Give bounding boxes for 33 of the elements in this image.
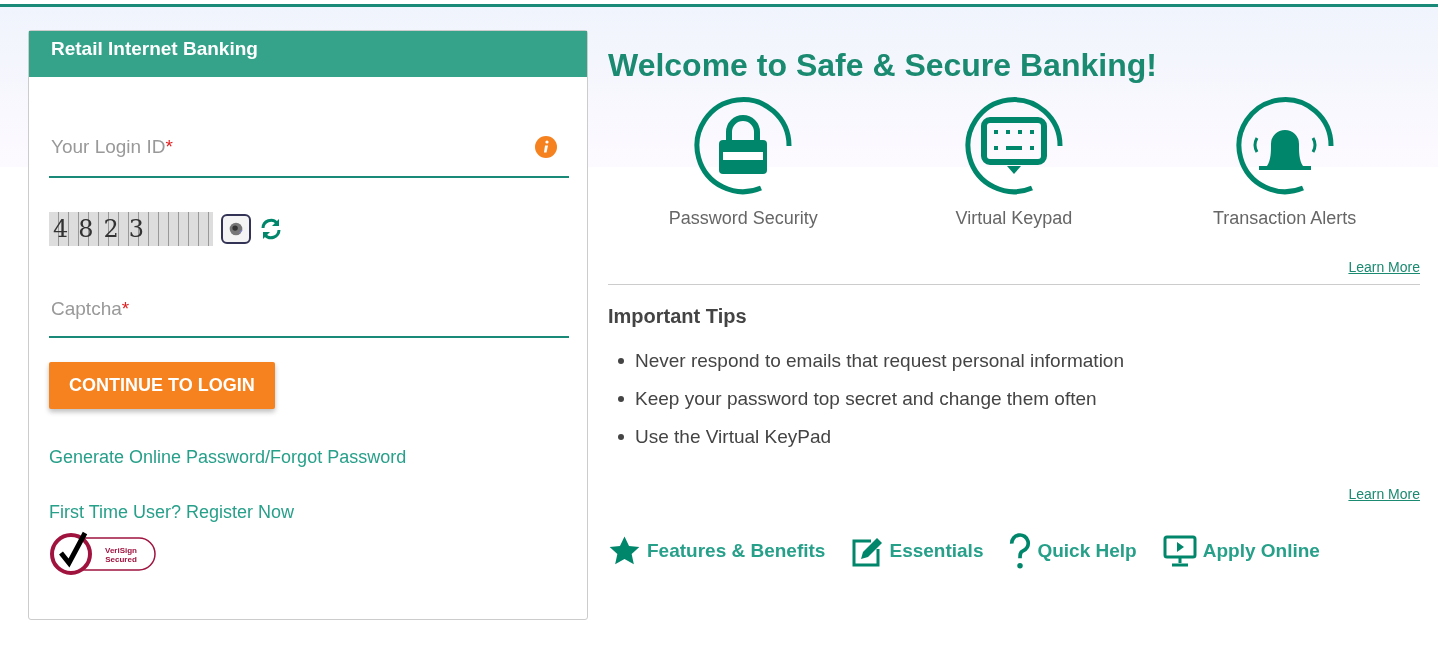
captcha-field[interactable]: Captcha* bbox=[49, 286, 569, 338]
login-link[interactable]: Generate Online Password/Forgot Password bbox=[49, 447, 407, 468]
feature-label: Virtual Keypad bbox=[955, 208, 1073, 229]
refresh-icon[interactable] bbox=[259, 217, 283, 241]
feature-label: Transaction Alerts bbox=[1212, 208, 1357, 229]
help-icon bbox=[1009, 532, 1032, 570]
bullet-icon bbox=[618, 358, 624, 364]
edit-icon bbox=[851, 535, 884, 567]
quick-link[interactable]: Features & Benefits bbox=[647, 540, 826, 562]
tips-heading: Important Tips bbox=[608, 305, 748, 328]
login-id-placeholder: Your Login ID* bbox=[51, 136, 173, 158]
info-icon[interactable] bbox=[535, 136, 557, 158]
captcha-placeholder: Captcha* bbox=[51, 298, 130, 320]
learn-more-link[interactable]: Learn More bbox=[1348, 486, 1420, 502]
tip-text: Keep your password top secret and change them often bbox=[635, 388, 1097, 410]
bullet-icon bbox=[618, 396, 624, 402]
welcome-heading: Welcome to Safe & Secure Banking! bbox=[608, 47, 1158, 84]
tip-text: Never respond to emails that request personal information bbox=[635, 350, 1124, 372]
login-id-field[interactable]: Your Login ID* bbox=[49, 122, 569, 178]
quick-link[interactable]: Apply Online bbox=[1202, 540, 1320, 562]
login-link[interactable]: First Time User? Register Now bbox=[49, 502, 295, 523]
continue-button[interactable]: CONTINUE TO LOGIN bbox=[49, 362, 275, 409]
learn-more-link[interactable]: Learn More bbox=[1348, 259, 1420, 275]
tip-text: Use the Virtual KeyPad bbox=[635, 426, 832, 448]
speaker-icon bbox=[227, 220, 245, 238]
audio-button[interactable] bbox=[221, 214, 251, 244]
card-title: Retail Internet Banking bbox=[51, 38, 258, 59]
captcha-image: 4823 bbox=[49, 212, 213, 246]
feature-label: Password Security bbox=[668, 208, 818, 229]
quick-link[interactable]: Quick Help bbox=[1037, 540, 1137, 562]
monitor-icon bbox=[1162, 535, 1197, 567]
quick-link[interactable]: Essentials bbox=[889, 540, 984, 562]
bullet-icon bbox=[618, 434, 624, 440]
